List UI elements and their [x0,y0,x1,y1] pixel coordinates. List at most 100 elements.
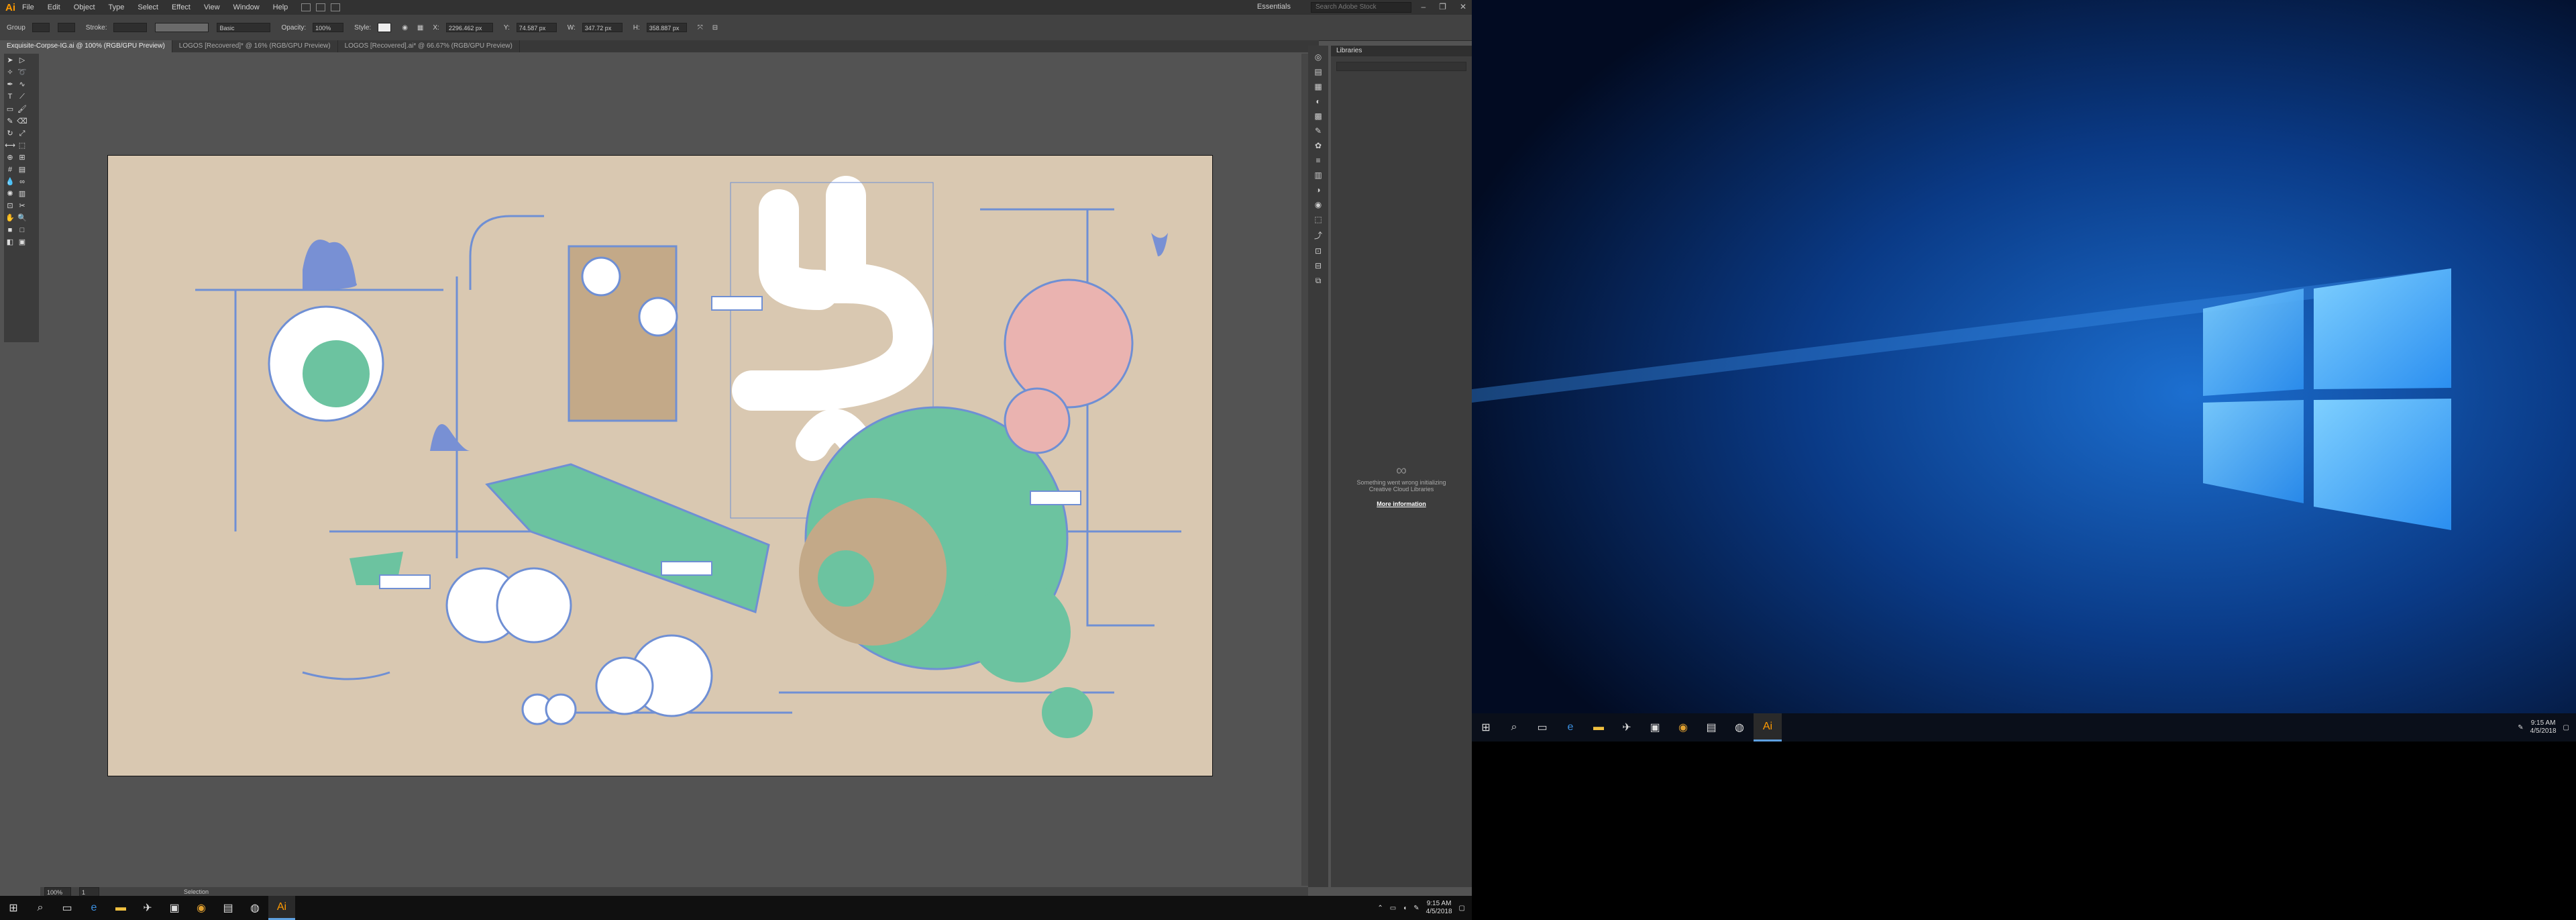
pen-icon[interactable]: ✎ [1413,905,1419,912]
brushes-icon[interactable]: ✎ [1315,126,1322,136]
artboard-navigation-field[interactable]: 1 [79,887,99,897]
menu-select[interactable]: Select [138,3,158,11]
graph-tool-icon[interactable]: ▥ [16,189,28,199]
file-explorer-icon[interactable]: ▬ [1585,713,1613,742]
app-icon[interactable]: ◍ [241,896,268,920]
notifications-icon[interactable]: ▢ [1459,905,1465,912]
graphic-style-swatch[interactable] [378,23,392,32]
selection-tool-icon[interactable]: ➤ [4,55,16,66]
desktop-clock[interactable]: 9:15 AM 4/5/2018 [2530,719,2557,735]
libraries-icon[interactable]: ▦ [1314,82,1322,91]
libraries-search-input[interactable] [1336,62,1466,71]
swatches-icon[interactable]: ▩ [1314,111,1322,121]
free-transform-tool-icon[interactable]: ⬚ [16,140,28,151]
variable-width-field[interactable] [155,23,209,32]
graphic-styles-icon[interactable]: ⬚ [1314,215,1322,224]
rotate-tool-icon[interactable]: ↻ [4,127,16,138]
type-tool-icon[interactable]: T [4,91,16,102]
blend-tool-icon[interactable]: ∞ [16,176,28,187]
app-icon[interactable]: ✈ [1613,713,1641,742]
search-icon[interactable]: ⌕ [27,896,54,920]
zoom-tool-icon[interactable]: 🔍 [16,213,28,223]
eyedropper-tool-icon[interactable]: 💧 [4,176,16,187]
search-icon[interactable]: ⌕ [1500,713,1528,742]
close-icon[interactable]: ✕ [1460,2,1466,11]
fill-swatch[interactable] [32,23,50,32]
notifications-icon[interactable]: ▢ [2563,724,2569,731]
symbols-icon[interactable]: ✿ [1315,141,1322,150]
vertical-scrollbar[interactable] [1301,54,1308,886]
menu-view[interactable]: View [204,3,220,11]
stock-search-input[interactable]: Search Adobe Stock [1311,2,1411,13]
w-field[interactable]: 347.72 px [582,23,623,32]
menu-window[interactable]: Window [233,3,260,11]
curvature-tool-icon[interactable]: ∿ [16,79,28,90]
edge-icon[interactable]: e [1556,713,1585,742]
gradient-icon[interactable]: ▥ [1314,170,1322,180]
rectangle-tool-icon[interactable]: ▭ [4,103,16,114]
app-icon[interactable]: ◍ [1725,713,1754,742]
recolor-icon[interactable]: ◉ [402,24,408,32]
paintbrush-tool-icon[interactable]: 🖌 [16,103,28,114]
network-icon[interactable]: ▭ [1390,905,1396,912]
align-panel-icon[interactable]: ⊟ [1315,261,1322,270]
opacity-field[interactable]: 100% [313,23,344,32]
align-icon[interactable]: ▦ [417,24,423,32]
menu-type[interactable]: Type [109,3,125,11]
brush-style-field[interactable]: Basic [217,23,271,32]
clock[interactable]: 9:15 AM 4/5/2018 [1426,900,1452,916]
illustrator-taskbar-icon[interactable]: Ai [268,896,295,920]
width-tool-icon[interactable]: ⟷ [4,140,16,151]
transform-icon[interactable]: ⤧ [698,24,703,32]
tab-document-3[interactable]: LOGOS [Recovered].ai* @ 66.67% (RGB/GPU … [338,40,520,52]
scale-tool-icon[interactable]: ⤢ [16,128,28,139]
more-information-link[interactable]: More information [1331,501,1472,507]
export-icon[interactable]: ⤴ [1314,229,1322,241]
h-field[interactable]: 358.887 px [646,23,687,32]
pen-icon[interactable]: ✎ [2518,724,2523,731]
send-icon[interactable] [331,3,341,11]
start-icon[interactable]: ⊞ [1472,713,1500,742]
menu-help[interactable]: Help [273,3,288,11]
bridge-icon[interactable] [301,3,311,11]
menu-edit[interactable]: Edit [48,3,60,11]
draw-mode-icon[interactable]: ◧ [4,237,16,248]
volume-icon[interactable]: ◖ [1403,905,1407,912]
arrange-documents-icon[interactable] [316,3,326,11]
symbol-sprayer-tool-icon[interactable]: ✺ [4,189,16,199]
x-field[interactable]: 2296.462 px [445,23,493,32]
magic-wand-tool-icon[interactable]: ✧ [4,67,16,78]
chrome-icon[interactable]: ◉ [1669,713,1697,742]
properties-icon[interactable]: ◎ [1315,52,1322,62]
y-field[interactable]: 74.587 px [516,23,557,32]
photos-icon[interactable]: ▣ [161,896,188,920]
artboards-icon[interactable]: ⊡ [1315,246,1322,256]
screen-mode-icon[interactable]: ▣ [16,237,28,248]
appearance-icon[interactable]: ◉ [1315,200,1322,209]
slice-tool-icon[interactable]: ✂ [16,201,28,211]
chevron-up-icon[interactable]: ⌃ [1377,905,1383,912]
minimize-icon[interactable]: – [1421,2,1426,11]
eraser-tool-icon[interactable]: ⌫ [16,115,28,126]
menu-file[interactable]: File [22,3,34,11]
perspective-grid-tool-icon[interactable]: ⊞ [16,152,28,163]
menu-effect[interactable]: Effect [172,3,191,11]
stroke-color-icon[interactable]: □ [16,225,28,236]
app-icon[interactable]: ▤ [1697,713,1725,742]
gradient-tool-icon[interactable]: ▤ [16,164,28,175]
hand-tool-icon[interactable]: ✋ [4,213,16,223]
pen-tool-icon[interactable]: ✒ [4,79,16,90]
libraries-panel-title[interactable]: Libraries [1331,46,1472,56]
layers-icon[interactable]: ▤ [1314,67,1322,76]
line-tool-icon[interactable]: ⟋ [16,92,28,103]
stroke-weight-field[interactable] [113,23,148,32]
workspace-switcher[interactable]: Essentials [1257,3,1291,11]
start-icon[interactable]: ⊞ [0,896,27,920]
maximize-icon[interactable]: ❐ [1439,2,1446,11]
artboard[interactable] [107,155,1213,776]
stroke-icon[interactable]: ≡ [1316,156,1320,165]
file-explorer-icon[interactable]: ▬ [107,896,134,920]
app-icon[interactable]: ▤ [215,896,241,920]
menu-object[interactable]: Object [74,3,95,11]
lasso-tool-icon[interactable]: ➰ [16,67,28,78]
